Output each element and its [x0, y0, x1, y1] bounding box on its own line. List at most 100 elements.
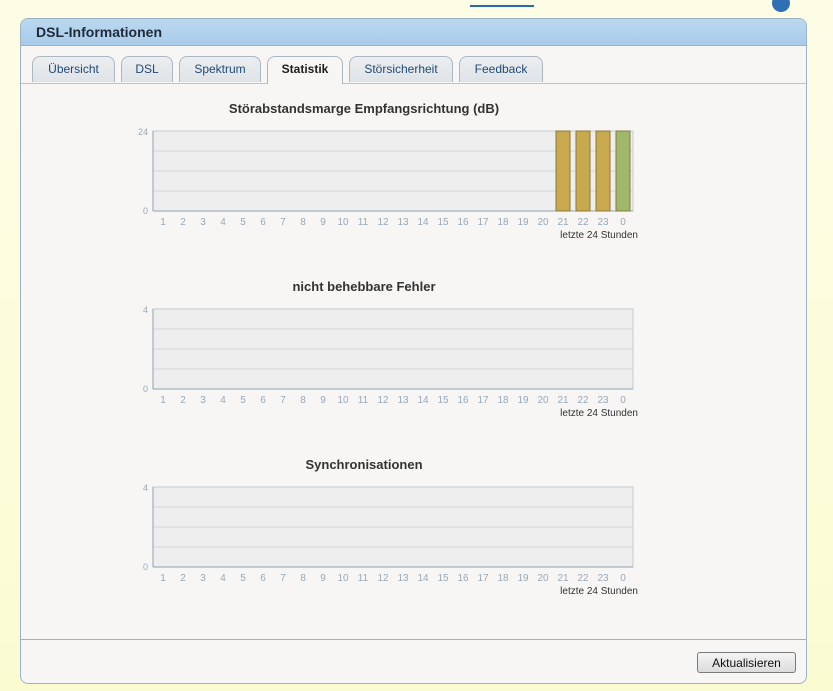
x-tick-label: 12 [377, 395, 389, 406]
x-tick-label: 6 [260, 573, 266, 584]
x-tick-label: 12 [377, 217, 389, 228]
dsl-info-panel: DSL-Informationen Übersicht DSL Spektrum… [20, 18, 807, 684]
x-tick-label: 14 [417, 395, 429, 406]
y-tick-label: 0 [143, 206, 148, 216]
x-tick-label: 3 [200, 217, 206, 228]
x-tick-label: 2 [180, 217, 186, 228]
panel-title: DSL-Informationen [21, 19, 806, 46]
x-tick-label: 19 [517, 573, 529, 584]
x-tick-label: 18 [497, 395, 509, 406]
x-tick-label: 3 [200, 573, 206, 584]
x-tick-label: 7 [280, 217, 286, 228]
x-tick-label: 23 [597, 573, 609, 584]
x-tick-label: 20 [537, 395, 549, 406]
x-tick-label: 3 [200, 395, 206, 406]
x-tick-label: 15 [437, 395, 449, 406]
x-axis-label: letzte 24 Stunden [560, 408, 638, 419]
x-tick-label: 19 [517, 217, 529, 228]
x-tick-label: 22 [577, 395, 589, 406]
chart-svg: 401 2 3 4 5 6 7 8 9 10 11 12 13 14 15 16 17 18 19 20 21 22 23 0… [143, 483, 638, 597]
x-tick-label: 23 [597, 395, 609, 406]
x-tick-label: 22 [577, 573, 589, 584]
x-axis-label: letzte 24 Stunden [560, 230, 638, 241]
bar [615, 130, 631, 212]
x-tick-label: 22 [577, 217, 589, 228]
x-tick-label: 1 [160, 395, 166, 406]
x-tick-label: 12 [377, 573, 389, 584]
x-tick-label: 20 [537, 573, 549, 584]
x-tick-label: 21 [557, 573, 569, 584]
x-tick-label: 6 [260, 395, 266, 406]
bar [575, 130, 591, 212]
x-tick-label: 18 [497, 217, 509, 228]
tab-bar: Übersicht DSL Spektrum Statistik Störsic… [21, 46, 806, 84]
x-tick-label: 5 [240, 395, 246, 406]
x-tick-label: 7 [280, 573, 286, 584]
x-tick-label: 11 [358, 395, 369, 406]
x-tick-label: 8 [300, 573, 306, 584]
x-tick-label: 2 [180, 395, 186, 406]
x-tick-label: 13 [397, 217, 409, 228]
bar [555, 130, 571, 212]
x-tick-label: 1 [160, 573, 166, 584]
x-tick-label: 21 [557, 395, 569, 406]
x-tick-label: 6 [260, 217, 266, 228]
x-tick-label: 10 [337, 217, 349, 228]
x-tick-label: 17 [477, 573, 489, 584]
x-tick-label: 16 [457, 573, 469, 584]
x-tick-label: 17 [477, 395, 489, 406]
x-tick-label: 18 [497, 573, 509, 584]
y-tick-label: 0 [143, 562, 148, 572]
x-tick-label: 5 [240, 217, 246, 228]
x-tick-label: 19 [517, 395, 529, 406]
x-tick-label: 14 [417, 573, 429, 584]
x-tick-label: 0 [620, 217, 626, 228]
x-tick-label: 1 [160, 217, 166, 228]
x-tick-label: 8 [300, 395, 306, 406]
y-tick-label: 0 [143, 384, 148, 394]
x-tick-label: 13 [397, 395, 409, 406]
x-tick-label: 14 [417, 217, 429, 228]
y-tick-label: 4 [143, 305, 148, 315]
bar [595, 130, 611, 212]
tab-uebersicht[interactable]: Übersicht [32, 56, 115, 82]
tab-stoersicherheit[interactable]: Störsicherheit [349, 56, 453, 82]
x-tick-label: 16 [457, 395, 469, 406]
chart-uncorrectable-errors: nicht behebbare Fehler 4 0 1 2 3 4 5 6 7 8 9 10 11 12… [21, 277, 806, 427]
tab-spektrum[interactable]: Spektrum [179, 56, 261, 82]
tab-dsl[interactable]: DSL [121, 56, 173, 82]
x-tick-label: 17 [477, 217, 489, 228]
y-tick-label: 24 [138, 127, 148, 137]
x-axis-label: letzte 24 Stunden [560, 586, 638, 597]
tab-feedback[interactable]: Feedback [459, 56, 543, 82]
footer-divider [21, 639, 806, 640]
top-link-underline[interactable] [470, 2, 534, 7]
x-tick-label: 7 [280, 395, 286, 406]
x-tick-label: 0 [620, 573, 626, 584]
x-tick-label: 20 [537, 217, 549, 228]
x-tick-label: 9 [320, 573, 326, 584]
x-tick-label: 13 [397, 573, 409, 584]
refresh-button[interactable]: Aktualisieren [697, 652, 796, 673]
chart-snr-margin: Störabstandsmarge Empfangsrichtung (dB) … [21, 99, 806, 249]
x-tick-label: 10 [337, 395, 349, 406]
x-tick-label: 2 [180, 573, 186, 584]
x-tick-label: 11 [358, 573, 369, 584]
x-tick-label: 8 [300, 217, 306, 228]
x-tick-label: 11 [358, 217, 369, 228]
x-tick-label: 15 [437, 573, 449, 584]
x-tick-label: 5 [240, 573, 246, 584]
x-tick-label: 23 [597, 217, 609, 228]
x-tick-label: 4 [220, 573, 226, 584]
x-tick-label: 10 [337, 573, 349, 584]
chart-svg: 2401 2 3 4 5 6 7 8 9 10 11 12 13 14 15 16 17 18 19 20 21 22 23… [138, 127, 638, 241]
help-icon[interactable] [772, 0, 790, 12]
y-tick-label: 4 [143, 483, 148, 493]
x-tick-label: 9 [320, 217, 326, 228]
x-tick-label: 21 [557, 217, 569, 228]
chart-svg: 401 2 3 4 5 6 7 8 9 10 11 12 13 14 15 16 17 18 19 20 21 22 23 0… [143, 305, 638, 419]
x-tick-label: 4 [220, 395, 226, 406]
tab-statistik[interactable]: Statistik [267, 56, 343, 84]
x-tick-label: 15 [437, 217, 449, 228]
chart-synchronisations: Synchronisationen 4 0 1 2 3 4 5 6 7 8 9 10 11 12 13 14 1… [21, 455, 806, 605]
